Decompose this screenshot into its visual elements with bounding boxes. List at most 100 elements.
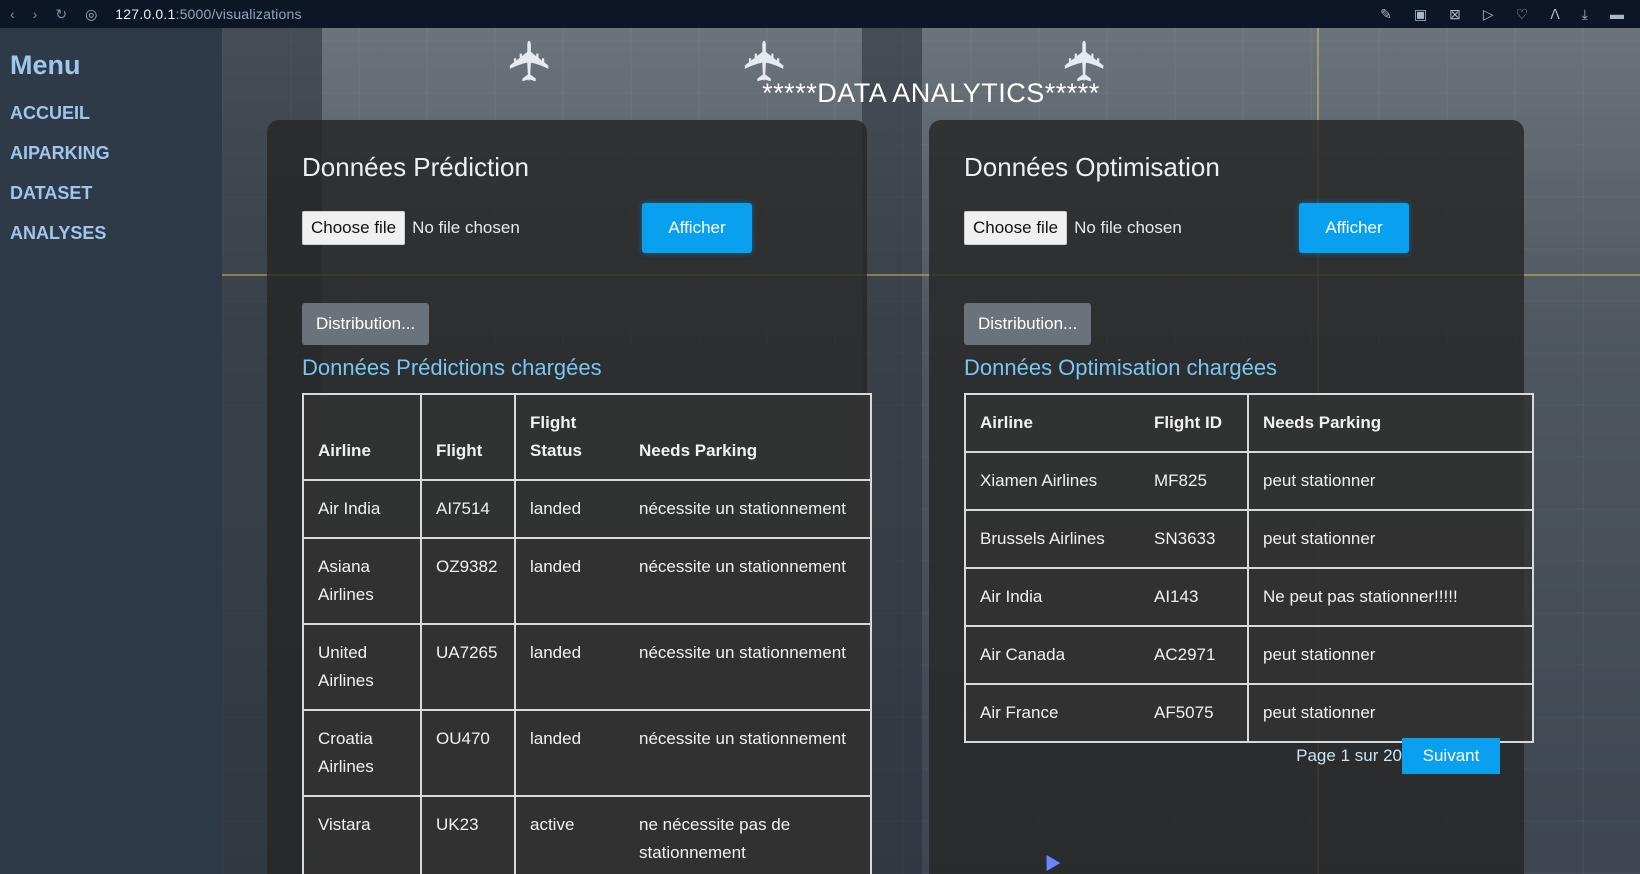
- table-row: Air India AI143 Ne peut pas stationner!!…: [964, 567, 1534, 627]
- table-row: Air India AI7514 landed nécessite un sta…: [302, 479, 872, 539]
- cell-flight-id: AI143: [1140, 567, 1249, 627]
- cell-flight-id: MF825: [1140, 451, 1249, 511]
- cell-airline: Croatia Airlines: [302, 709, 422, 797]
- browser-actions: ✎ ▣ ⊠ ▷ ♡ ᐱ ⤓ ▬: [1380, 6, 1640, 23]
- cell-needs-parking: Ne peut pas stationner!!!!!: [1247, 567, 1534, 627]
- profile-icon[interactable]: ᐱ: [1550, 6, 1560, 23]
- sidebar-item-aiparking[interactable]: AIPARKING: [10, 143, 212, 164]
- prediction-panel: Données Prédiction Choose file No file c…: [267, 120, 872, 874]
- prediction-afficher-button[interactable]: Afficher: [642, 203, 752, 253]
- cell-needs-parking: ne nécessite pas de stationnement: [625, 795, 872, 874]
- prediction-loaded-title: Données Prédictions chargées: [302, 355, 602, 380]
- cell-airline: Vistara: [302, 795, 422, 874]
- cell-needs-parking: peut stationner: [1247, 625, 1534, 685]
- url-host: 127.0.0.1: [115, 6, 176, 22]
- cell-airline: Air India: [302, 479, 422, 539]
- column-header-needs-parking: Needs Parking: [625, 393, 872, 481]
- cell-needs-parking: peut stationner: [1247, 509, 1534, 569]
- cell-airline: Xiamen Airlines: [964, 451, 1140, 511]
- column-header-airline: Airline: [964, 393, 1140, 453]
- extension-icon[interactable]: ⊠: [1449, 6, 1461, 23]
- sidebar-item-dataset[interactable]: DATASET: [10, 183, 212, 204]
- forward-icon[interactable]: ›: [33, 6, 38, 23]
- cell-airline: Brussels Airlines: [964, 509, 1140, 569]
- download-icon[interactable]: ⤓: [1582, 6, 1588, 23]
- table-header-row: Airline Flight ID Needs Parking: [964, 393, 1534, 453]
- url-port-path: :5000/visualizations: [175, 6, 302, 22]
- page-indicator: Page 1 sur 20: [1296, 746, 1402, 765]
- column-header-needs-parking: Needs Parking: [1247, 393, 1534, 453]
- optimisation-pagination: Page 1 sur 20 Suivant: [932, 738, 1500, 774]
- optimisation-table: Airline Flight ID Needs Parking Xiamen A…: [964, 393, 1534, 743]
- cell-status: landed: [514, 623, 625, 711]
- page-title: *****DATA ANALYTICS*****: [762, 78, 1100, 108]
- optimisation-title: Données Optimisation: [964, 152, 1220, 182]
- table-row: Air France AF5075 peut stationner: [964, 683, 1534, 743]
- browser-nav: ‹ › ↻: [0, 6, 67, 23]
- heart-icon[interactable]: ♡: [1516, 6, 1529, 23]
- cell-needs-parking: nécessite un stationnement: [625, 623, 872, 711]
- cell-airline: Asiana Airlines: [302, 537, 422, 625]
- table-row: Vistara UK23 active ne nécessite pas de …: [302, 795, 872, 874]
- table-header-row: Airline Flight Flight Status Needs Parki…: [302, 393, 872, 481]
- sidebar-title: Menu: [10, 50, 81, 80]
- cell-needs-parking: nécessite un stationnement: [625, 537, 872, 625]
- optimisation-file-row: Choose file No file chosen Afficher: [964, 203, 1489, 253]
- camera-icon[interactable]: ▣: [1414, 6, 1427, 23]
- cell-needs-parking: nécessite un stationnement: [625, 709, 872, 797]
- battery-icon: ▬: [1610, 5, 1624, 22]
- prediction-choose-file-button[interactable]: Choose file: [302, 211, 406, 245]
- cell-status: landed: [514, 479, 625, 539]
- optimisation-choose-file-button[interactable]: Choose file: [964, 211, 1068, 245]
- sidebar: Menu ACCUEIL AIPARKING DATASET ANALYSES: [0, 28, 222, 874]
- main-content: ✈ ✈ ✈ *****DATA ANALYTICS***** Données P…: [222, 28, 1640, 874]
- browser-toolbar: ‹ › ↻ ◎ 127.0.0.1:5000/visualizations ✎ …: [0, 0, 1640, 28]
- prediction-title: Données Prédiction: [302, 152, 529, 182]
- cell-airline: Air India: [964, 567, 1140, 627]
- sidebar-item-analyses[interactable]: ANALYSES: [10, 223, 212, 244]
- cell-status: landed: [514, 709, 625, 797]
- optimisation-loaded-title: Données Optimisation chargées: [964, 355, 1278, 380]
- optimisation-afficher-button[interactable]: Afficher: [1299, 203, 1409, 253]
- cell-flight-id: AF5075: [1140, 683, 1249, 743]
- cell-needs-parking: peut stationner: [1247, 451, 1534, 511]
- table-row: Brussels Airlines SN3633 peut stationner: [964, 509, 1534, 569]
- table-row: Air Canada AC2971 peut stationner: [964, 625, 1534, 685]
- cell-flight: AI7514: [420, 479, 516, 539]
- cell-flight: OU470: [420, 709, 516, 797]
- table-row: Xiamen Airlines MF825 peut stationner: [964, 451, 1534, 511]
- cell-airline: Air Canada: [964, 625, 1140, 685]
- play-icon[interactable]: ▷: [1483, 6, 1494, 23]
- sidebar-item-accueil[interactable]: ACCUEIL: [10, 103, 212, 124]
- column-header-flight: Flight: [420, 393, 516, 481]
- next-page-button[interactable]: Suivant: [1402, 738, 1500, 774]
- cell-flight: UA7265: [420, 623, 516, 711]
- optimisation-file-status: No file chosen: [1074, 218, 1182, 237]
- cell-needs-parking: peut stationner: [1247, 683, 1534, 743]
- table-row: Croatia Airlines OU470 landed nécessite …: [302, 709, 872, 797]
- optimisation-distribution-button[interactable]: Distribution...: [964, 303, 1092, 345]
- table-row: United Airlines UA7265 landed nécessite …: [302, 623, 872, 711]
- cell-needs-parking: nécessite un stationnement: [625, 479, 872, 539]
- cell-airline: United Airlines: [302, 623, 422, 711]
- edit-icon[interactable]: ✎: [1380, 6, 1392, 23]
- cell-airline: Air France: [964, 683, 1140, 743]
- column-header-flight-status: Flight Status: [514, 393, 625, 481]
- cell-flight: UK23: [420, 795, 516, 874]
- address-bar[interactable]: 127.0.0.1:5000/visualizations: [115, 6, 301, 22]
- site-info-icon[interactable]: ◎: [85, 6, 97, 23]
- cell-flight: OZ9382: [420, 537, 516, 625]
- back-icon[interactable]: ‹: [10, 6, 15, 23]
- reload-icon[interactable]: ↻: [55, 6, 67, 23]
- prediction-table: Airline Flight Flight Status Needs Parki…: [302, 393, 872, 874]
- table-row: Asiana Airlines OZ9382 landed nécessite …: [302, 537, 872, 625]
- prediction-file-status: No file chosen: [412, 218, 520, 237]
- cell-flight-id: AC2971: [1140, 625, 1249, 685]
- cell-status: landed: [514, 537, 625, 625]
- cell-flight-id: SN3633: [1140, 509, 1249, 569]
- column-header-flight-id: Flight ID: [1140, 393, 1249, 453]
- column-header-airline: Airline: [302, 393, 422, 481]
- prediction-distribution-button[interactable]: Distribution...: [302, 303, 430, 345]
- prediction-file-row: Choose file No file chosen Afficher: [302, 203, 832, 253]
- cell-status: active: [514, 795, 625, 874]
